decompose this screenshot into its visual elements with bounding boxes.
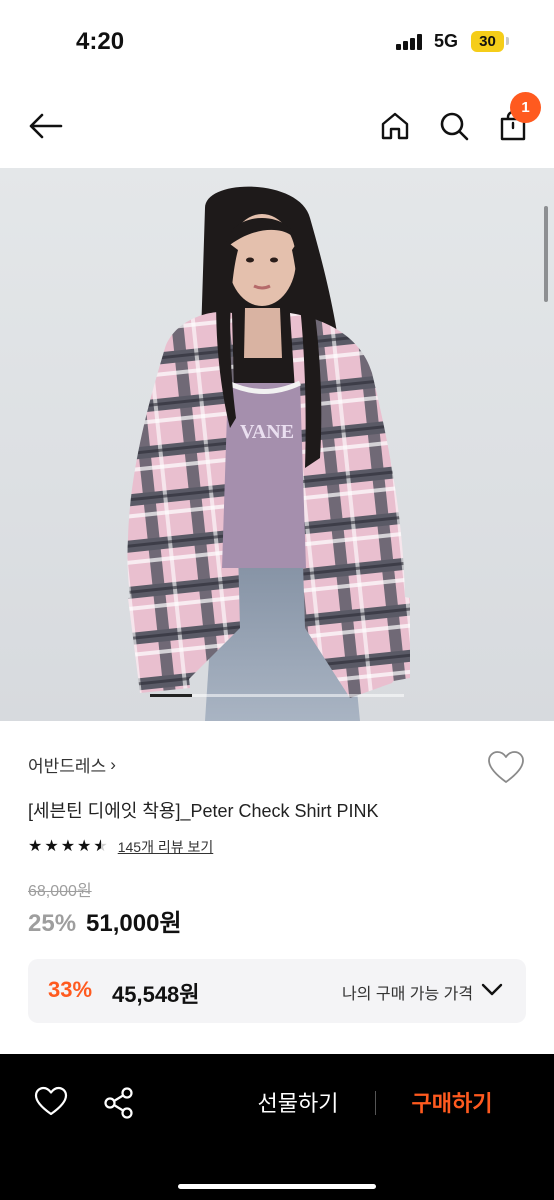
status-time: 4:20: [76, 28, 125, 55]
product-title: [세븐틴 디에잇 착용]_Peter Check Shirt PINK: [28, 801, 379, 821]
original-price: 68,000원: [28, 883, 92, 900]
review-link[interactable]: 145개 리뷰 보기: [118, 837, 214, 857]
product-image[interactable]: VANE: [0, 168, 554, 721]
my-discount-rate: 33%: [48, 977, 93, 1002]
home-indicator[interactable]: [178, 1184, 376, 1189]
bottom-action-bar: 선물하기 구매하기: [0, 1054, 554, 1200]
sale-price: 51,000원: [86, 910, 182, 937]
chevron-down-icon: [481, 983, 503, 996]
share-icon[interactable]: [102, 1086, 136, 1120]
back-arrow-icon[interactable]: [26, 106, 66, 146]
app-header: [0, 84, 554, 168]
heart-icon[interactable]: [487, 750, 525, 786]
my-price: 45,548원: [112, 982, 200, 1007]
star-icon: ★: [77, 838, 92, 855]
half-star-icon: ★ ★: [93, 838, 108, 855]
image-carousel-indicator: [150, 694, 404, 697]
cart-count-badge: 1: [510, 92, 541, 123]
battery-cap: [506, 37, 509, 45]
home-icon[interactable]: [375, 106, 415, 146]
search-icon[interactable]: [434, 106, 474, 146]
battery-icon: 30: [471, 31, 504, 52]
image-scrollbar[interactable]: [544, 206, 548, 302]
discount-rate: 25%: [28, 910, 77, 937]
brand-name: 어반드레스: [28, 757, 107, 776]
star-icon: ★: [44, 838, 59, 855]
carousel-current-thumb: [150, 694, 192, 697]
signal-icon: [396, 34, 424, 50]
heart-icon[interactable]: [34, 1086, 68, 1120]
rating-row: ★ ★ ★ ★ ★ ★ 145개 리뷰 보기: [28, 837, 213, 857]
divider: [375, 1091, 376, 1115]
network-label: 5G: [434, 31, 459, 51]
price-row: 25% 51,000원: [28, 903, 182, 938]
my-price-dropdown[interactable]: 33% 45,548원 나의 구매 가능 가격: [28, 959, 526, 1023]
product-photo: VANE: [127, 186, 410, 721]
brand-link[interactable]: 어반드레스 ›: [28, 752, 116, 777]
buy-button[interactable]: 구매하기: [384, 1086, 520, 1122]
svg-text:VANE: VANE: [240, 421, 294, 443]
gift-button[interactable]: 선물하기: [230, 1086, 366, 1122]
star-icon: ★: [60, 838, 76, 855]
star-icon: ★: [28, 838, 43, 855]
my-price-label: 나의 구매 가능 가격: [342, 986, 474, 1003]
chevron-right-icon: ›: [110, 754, 116, 774]
status-bar: 4:20 5G 30: [0, 0, 554, 84]
